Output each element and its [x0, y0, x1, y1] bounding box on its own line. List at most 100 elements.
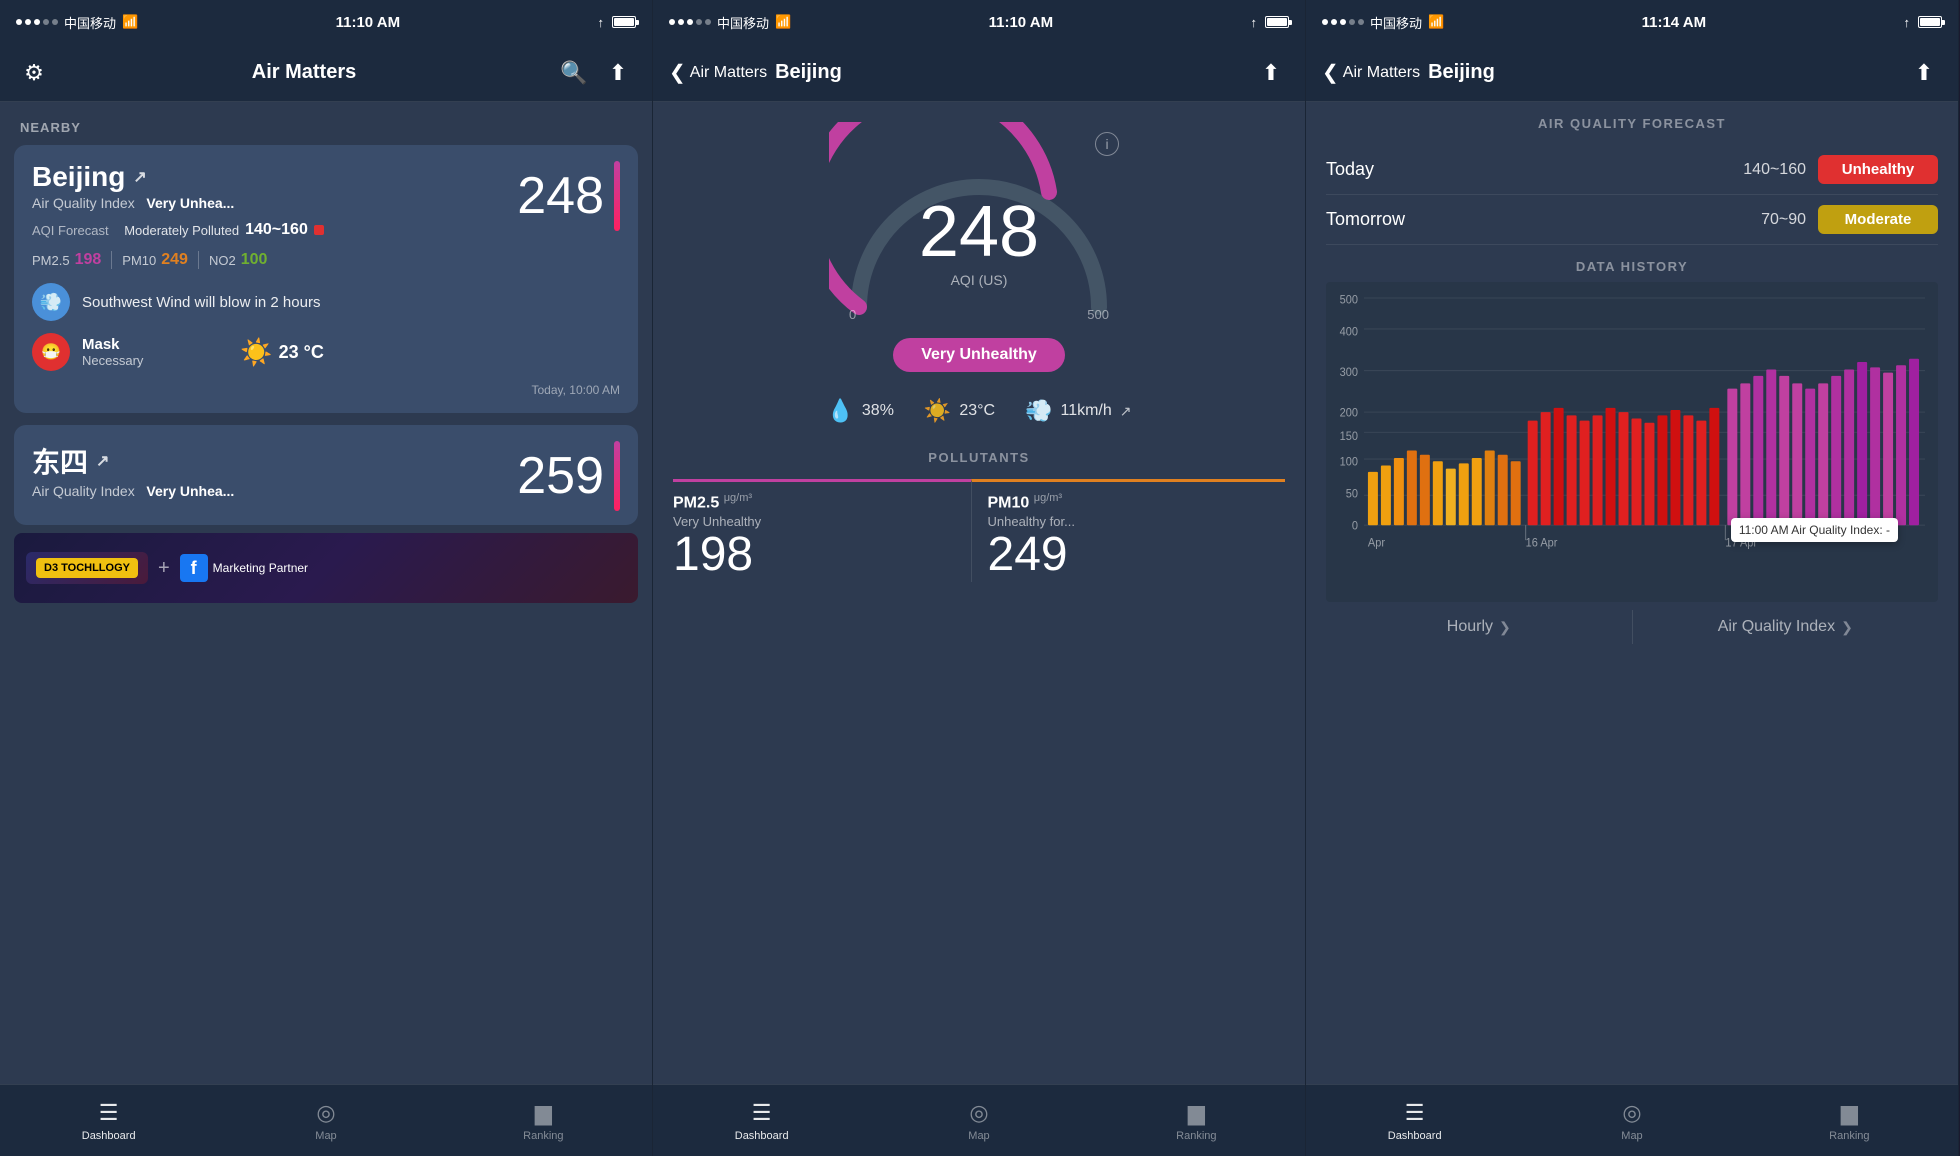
- pm10-item: PM10 249: [122, 251, 188, 269]
- aqi-chevron: ❯: [1841, 619, 1853, 636]
- tab-label-ranking-3: Ranking: [1829, 1130, 1869, 1142]
- back-button-2[interactable]: ❮ Air Matters: [669, 60, 767, 85]
- search-icon[interactable]: 🔍: [556, 55, 592, 91]
- nav-bar-2: ❮ Air Matters Beijing ⬆: [653, 44, 1305, 102]
- tab-label-dashboard-1: Dashboard: [82, 1130, 136, 1142]
- pm10-col: PM10 μg/m³ Unhealthy for... 249: [971, 479, 1286, 582]
- aqi-value-1: 248: [517, 170, 604, 222]
- pm25-unit: μg/m³: [724, 492, 752, 504]
- pm25-item: PM2.5 198: [32, 251, 101, 269]
- tab-ranking-2[interactable]: ▆ Ranking: [1088, 1100, 1305, 1142]
- svg-text:0: 0: [1352, 520, 1358, 532]
- carrier-2: 中国移动: [717, 13, 769, 32]
- aqi-status-1: Very Unhea...: [146, 195, 234, 211]
- pm25-name: PM2.5: [673, 494, 719, 511]
- forecast-dot: [314, 225, 324, 235]
- forecast-badge-tomorrow: Moderate: [1818, 205, 1938, 234]
- location-arrow-2: ↗: [96, 451, 109, 471]
- beijing-card[interactable]: Beijing ↗ Air Quality Index Very Unhea..…: [14, 145, 638, 413]
- tab-ranking-1[interactable]: ▆ Ranking: [435, 1100, 652, 1142]
- status-left-2: 中国移动 📶: [669, 13, 791, 32]
- nav-bar-3: ❮ Air Matters Beijing ⬆: [1306, 44, 1958, 102]
- status-bar-1: 中国移动 📶 11:10 AM ↑: [0, 0, 652, 44]
- status-bar-2: 中国移动 📶 11:10 AM ↑: [653, 0, 1305, 44]
- wifi-icon-1: 📶: [122, 14, 138, 30]
- tab-map-2[interactable]: ◎ Map: [870, 1100, 1087, 1142]
- ad-banner[interactable]: D3 TOCHLLOGY + f Marketing Partner: [14, 533, 638, 603]
- wifi-icon-2: 📶: [775, 14, 791, 30]
- t-dot2: [1331, 19, 1337, 25]
- temp-icon: ☀️: [924, 398, 951, 424]
- aqi-value-2: 259: [517, 450, 604, 502]
- screen-3: 中国移动 📶 11:14 AM ↑ ❮ Air Matters Beijing …: [1306, 0, 1959, 1156]
- t-dot3: [1340, 19, 1346, 25]
- humidity-item: 💧 38%: [826, 398, 893, 424]
- forecast-range-tomorrow: 70~90: [1761, 211, 1806, 229]
- s-dot5: [705, 19, 711, 25]
- aqi-bar-2: [614, 441, 620, 511]
- wind-value: 11km/h: [1060, 402, 1111, 420]
- svg-text:200: 200: [1340, 407, 1358, 419]
- back-text-2: Air Matters: [690, 64, 767, 82]
- weather-section: ☀️ 23 °C: [240, 337, 324, 368]
- back-button-3[interactable]: ❮ Air Matters: [1322, 60, 1420, 85]
- forecast-day-tomorrow: Tomorrow: [1326, 209, 1761, 230]
- dot3: [34, 19, 40, 25]
- location-arrow-3b: ↑: [1904, 15, 1911, 30]
- share-icon-3: ⬆: [1906, 55, 1942, 91]
- s-dot1: [669, 19, 675, 25]
- city-name-1: Beijing ↗: [32, 161, 324, 193]
- signal-dots: [16, 19, 58, 25]
- facebook-icon: f: [180, 554, 208, 582]
- tab-bar-1: ☰ Dashboard ◎ Map ▆ Ranking: [0, 1084, 652, 1156]
- forecast-tomorrow: Tomorrow 70~90 Moderate: [1326, 195, 1938, 245]
- wind-arrow: ↗: [1120, 403, 1132, 420]
- tab-dashboard-2[interactable]: ☰ Dashboard: [653, 1100, 870, 1142]
- aqi-index-button[interactable]: Air Quality Index ❯: [1633, 610, 1939, 644]
- forecast-today: Today 140~160 Unhealthy: [1326, 145, 1938, 195]
- nav-bar-1: ⚙ Air Matters 🔍 ⬆: [0, 44, 652, 102]
- gauge-min: 0: [849, 307, 856, 322]
- sun-icon: ☀️: [240, 337, 272, 368]
- tab-bar-2: ☰ Dashboard ◎ Map ▆ Ranking: [653, 1084, 1305, 1156]
- status-right-3: ↑: [1904, 15, 1943, 30]
- wind-item-2: 💨 11km/h ↗: [1025, 398, 1131, 424]
- tab-label-dashboard-2: Dashboard: [735, 1130, 789, 1142]
- history-title: DATA HISTORY: [1326, 259, 1938, 274]
- mask-info: Mask Necessary: [82, 336, 143, 368]
- tab-map-3[interactable]: ◎ Map: [1523, 1100, 1740, 1142]
- tab-map-1[interactable]: ◎ Map: [217, 1100, 434, 1142]
- left-col: Beijing ↗ Air Quality Index Very Unhea..…: [32, 161, 324, 371]
- dongsi-card[interactable]: 东四 ↗ Air Quality Index Very Unhea... 259: [14, 425, 638, 525]
- nav-city-2: Beijing: [775, 61, 842, 84]
- dashboard-icon-3: ☰: [1405, 1100, 1425, 1126]
- map-icon-3: ◎: [1622, 1100, 1641, 1126]
- location-arrow-1: ↑: [598, 15, 605, 30]
- svg-text:500: 500: [1340, 294, 1358, 306]
- tab-dashboard-3[interactable]: ☰ Dashboard: [1306, 1100, 1523, 1142]
- share-btn-3[interactable]: ⬆: [1906, 55, 1942, 91]
- history-section: DATA HISTORY 500 400 300 200 150 100 50 …: [1306, 259, 1958, 1084]
- pm25-col: PM2.5 μg/m³ Very Unhealthy 198: [673, 479, 971, 582]
- share-icon[interactable]: ⬆: [600, 55, 636, 91]
- pm10-number: 249: [988, 529, 1286, 582]
- tab-dashboard-1[interactable]: ☰ Dashboard: [0, 1100, 217, 1142]
- gear-icon[interactable]: ⚙: [16, 55, 52, 91]
- divider-1: [111, 251, 112, 269]
- share-btn-2[interactable]: ⬆: [1253, 55, 1289, 91]
- content-1: NEARBY Beijing ↗ Air Quality Index Very …: [0, 102, 652, 1084]
- ad-fb: f Marketing Partner: [180, 554, 308, 582]
- location-arrow: ↗: [133, 167, 146, 187]
- screen-1: 中国移动 📶 11:10 AM ↑ ⚙ Air Matters 🔍 ⬆ NEAR…: [0, 0, 653, 1156]
- dashboard-icon-2: ☰: [752, 1100, 772, 1126]
- no2-item: NO2 100: [209, 251, 267, 269]
- svg-text:150: 150: [1340, 431, 1358, 443]
- signal-dots-3: [1322, 19, 1364, 25]
- back-chevron-3: ❮: [1322, 60, 1339, 85]
- city-name-2: 东四 ↗: [32, 441, 234, 481]
- tab-ranking-3[interactable]: ▆ Ranking: [1741, 1100, 1958, 1142]
- battery-2: [1265, 16, 1289, 28]
- hourly-button[interactable]: Hourly ❯: [1326, 610, 1632, 644]
- hourly-chevron: ❯: [1499, 619, 1511, 636]
- forecast-badge-today: Unhealthy: [1818, 155, 1938, 184]
